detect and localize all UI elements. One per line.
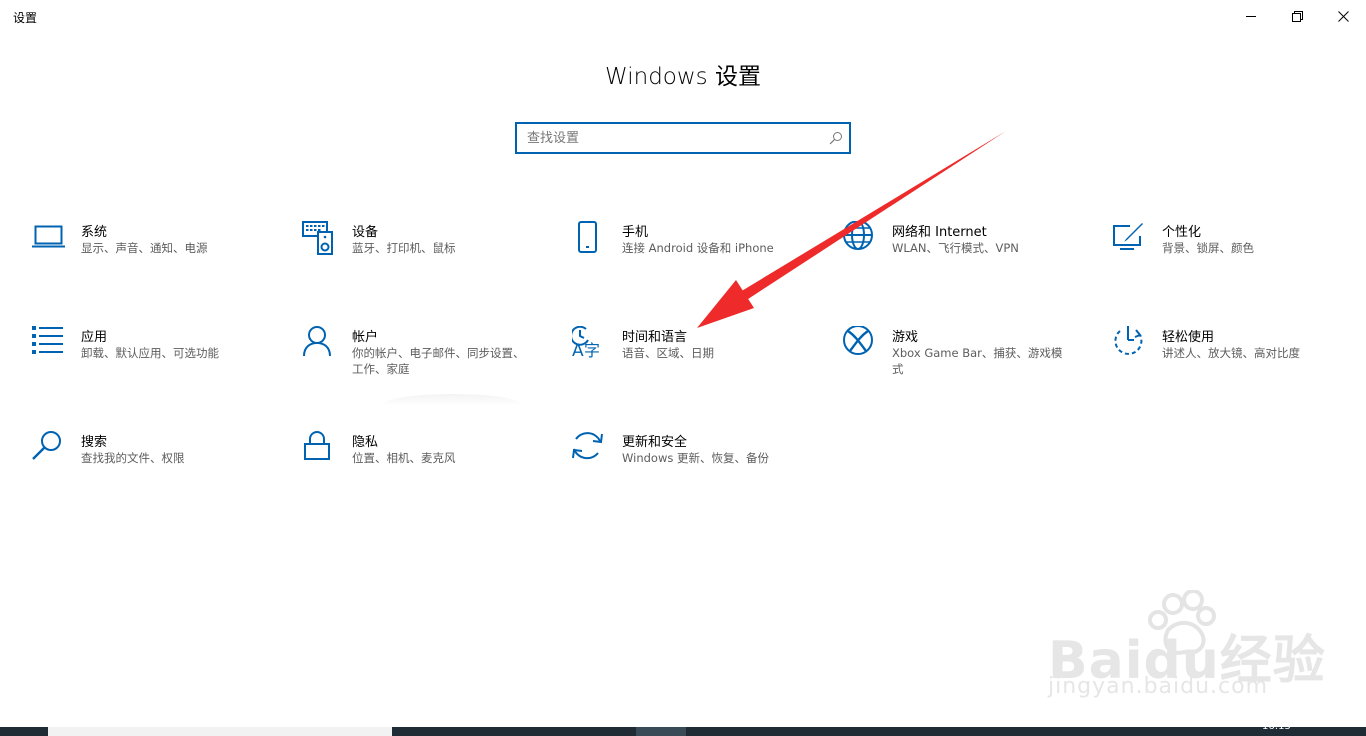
tile-name: 隐私 xyxy=(352,435,379,450)
close-icon xyxy=(1337,10,1349,22)
tile-personalization[interactable]: 个性化 背景、锁屏、颜色 xyxy=(1112,221,1362,301)
search-icon[interactable] xyxy=(829,131,843,145)
phone-icon xyxy=(578,221,597,253)
minimize-icon xyxy=(1246,16,1256,17)
tile-description: 卸载、默认应用、可选功能 xyxy=(81,346,219,360)
tile-description: 查找我的文件、权限 xyxy=(81,451,185,465)
devices-icon xyxy=(302,221,333,255)
baidu-watermark: Baidu经验 jingyan.baidu.com xyxy=(1040,590,1340,710)
tile-name: 帐户 xyxy=(352,330,379,345)
page-title: Windows 设置 xyxy=(605,64,761,90)
svg-text:A: A xyxy=(572,341,584,361)
restore-button[interactable] xyxy=(1274,0,1320,32)
tile-system[interactable]: 系统 显示、声音、通知、电源 xyxy=(31,221,281,301)
watermark-url: jingyan.baidu.com xyxy=(1048,674,1269,699)
tile-description: 显示、声音、通知、电源 xyxy=(81,241,208,255)
taskbar-clock[interactable]: 16:15 xyxy=(1262,721,1291,732)
title-bar: 设置 xyxy=(0,0,1366,32)
tile-network[interactable]: 网络和 Internet WLAN、飞行模式、VPN xyxy=(842,221,1092,301)
tile-description: WLAN、飞行模式、VPN xyxy=(892,241,1019,255)
tile-ease-of-access[interactable]: 轻松使用 讲述人、放大镜、高对比度 xyxy=(1112,326,1362,406)
sync-icon xyxy=(572,432,603,460)
person-icon xyxy=(303,326,331,357)
tile-name: 轻松使用 xyxy=(1162,330,1215,345)
tile-description: 连接 Android 设备和 iPhone xyxy=(622,241,774,255)
tile-phone[interactable]: 手机 连接 Android 设备和 iPhone xyxy=(572,221,822,301)
tile-description: 讲述人、放大镜、高对比度 xyxy=(1162,346,1300,360)
restore-icon xyxy=(1291,10,1303,22)
tile-description: 蓝牙、打印机、鼠标 xyxy=(352,241,456,255)
time-language-icon: A 字 xyxy=(572,326,600,361)
tile-gaming[interactable]: 游戏 Xbox Game Bar、捕获、游戏模式 xyxy=(842,326,1092,406)
xbox-icon xyxy=(843,326,873,355)
globe-icon xyxy=(843,221,873,250)
lock-icon xyxy=(304,431,330,460)
close-button[interactable] xyxy=(1320,0,1366,32)
tile-description: Windows 更新、恢复、备份 xyxy=(622,451,769,465)
taskbar: 16:15 xyxy=(0,721,1366,736)
tile-name: 应用 xyxy=(81,330,108,345)
search-box[interactable] xyxy=(515,122,851,154)
personalization-icon xyxy=(1113,223,1143,250)
tile-name: 时间和语言 xyxy=(622,330,688,345)
tile-privacy[interactable]: 隐私 位置、相机、麦克风 xyxy=(302,431,552,511)
tile-name: 网络和 Internet xyxy=(892,225,987,240)
tile-name: 个性化 xyxy=(1162,225,1202,240)
apps-list-icon xyxy=(32,326,63,354)
tile-description: Xbox Game Bar、捕获、游戏模式 xyxy=(892,346,1063,376)
tile-name: 游戏 xyxy=(892,330,919,345)
minimize-button[interactable] xyxy=(1228,0,1274,32)
tile-name: 系统 xyxy=(81,225,108,240)
svg-text:字: 字 xyxy=(584,341,600,360)
tile-description: 语音、区域、日期 xyxy=(622,346,714,360)
divider-shadow xyxy=(385,394,520,414)
tile-update-security[interactable]: 更新和安全 Windows 更新、恢复、备份 xyxy=(572,431,822,511)
tile-devices[interactable]: 设备 蓝牙、打印机、鼠标 xyxy=(302,221,552,301)
tile-name: 更新和安全 xyxy=(622,435,688,450)
tile-search[interactable]: 搜索 查找我的文件、权限 xyxy=(31,431,281,511)
laptop-icon xyxy=(32,225,65,248)
tile-description: 你的帐户、电子邮件、同步设置、工作、家庭 xyxy=(352,346,525,376)
tile-name: 搜索 xyxy=(81,435,108,450)
tile-description: 背景、锁屏、颜色 xyxy=(1162,241,1254,255)
tile-apps[interactable]: 应用 卸载、默认应用、可选功能 xyxy=(31,326,281,406)
tile-description: 位置、相机、麦克风 xyxy=(352,451,456,465)
search-input[interactable] xyxy=(517,124,817,152)
taskbar-search-box[interactable] xyxy=(48,727,392,736)
taskbar-app-settings[interactable] xyxy=(636,727,686,736)
tile-name: 手机 xyxy=(622,225,649,240)
window-title: 设置 xyxy=(13,11,38,25)
search-icon xyxy=(32,431,61,460)
ease-of-access-icon xyxy=(1114,326,1143,355)
tile-time-language[interactable]: A 字 时间和语言 语音、区域、日期 xyxy=(572,326,822,406)
tile-name: 设备 xyxy=(352,225,379,240)
